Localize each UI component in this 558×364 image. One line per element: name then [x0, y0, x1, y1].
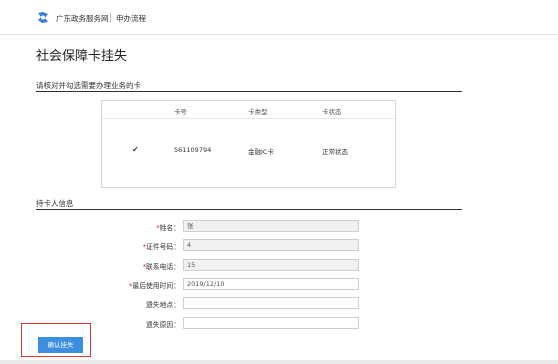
table-header: 卡号 卡类型 卡状态 — [102, 101, 395, 119]
card-type-cell: 金融IC卡 — [248, 148, 274, 156]
card-table: 卡号 卡类型 卡状态 ✔ 561109794 金融IC卡 正常状态 — [101, 100, 396, 188]
breadcrumb[interactable]: 申办流程 — [116, 13, 146, 24]
id-number-label: *证件号码： — [142, 243, 180, 251]
lost-place-field[interactable] — [183, 297, 359, 309]
header-divider — [110, 13, 111, 23]
gov-logo-icon — [38, 12, 48, 23]
id-number-field[interactable]: 4 — [183, 239, 359, 251]
column-header-card-type: 卡类型 — [248, 108, 268, 116]
column-header-card-status: 卡状态 — [322, 108, 342, 116]
holder-section-heading: 持卡人信息 — [36, 199, 74, 208]
name-label: *姓名： — [156, 224, 180, 232]
last-used-time-label: *最后使用时间： — [129, 282, 180, 290]
card-section-divider — [36, 91, 462, 92]
holder-section-divider — [36, 209, 462, 210]
card-status-cell: 正常状态 — [322, 148, 348, 156]
lost-reason-field[interactable] — [183, 317, 359, 329]
page-title: 社会保障卡挂失 — [36, 49, 128, 64]
top-bar: 广东政务服务网 申办流程 — [0, 0, 558, 35]
confirm-report-loss-button[interactable]: 确认挂失 — [38, 337, 83, 353]
row-checkbox[interactable]: ✔ — [132, 145, 139, 154]
card-section-heading: 请核对并勾选需要办理业务的卡 — [36, 81, 141, 90]
site-name[interactable]: 广东政务服务网 — [56, 13, 109, 24]
name-field[interactable]: 张 — [183, 220, 359, 232]
lost-place-label: 遗失地点： — [146, 301, 180, 309]
phone-field[interactable]: 15 — [183, 259, 359, 271]
column-header-card-number: 卡号 — [174, 108, 187, 116]
phone-label: *联系电话： — [142, 263, 180, 271]
last-used-time-field[interactable]: 2019/12/10 — [183, 278, 359, 290]
footer-strip — [0, 360, 558, 364]
card-number-cell: 561109794 — [174, 146, 212, 154]
